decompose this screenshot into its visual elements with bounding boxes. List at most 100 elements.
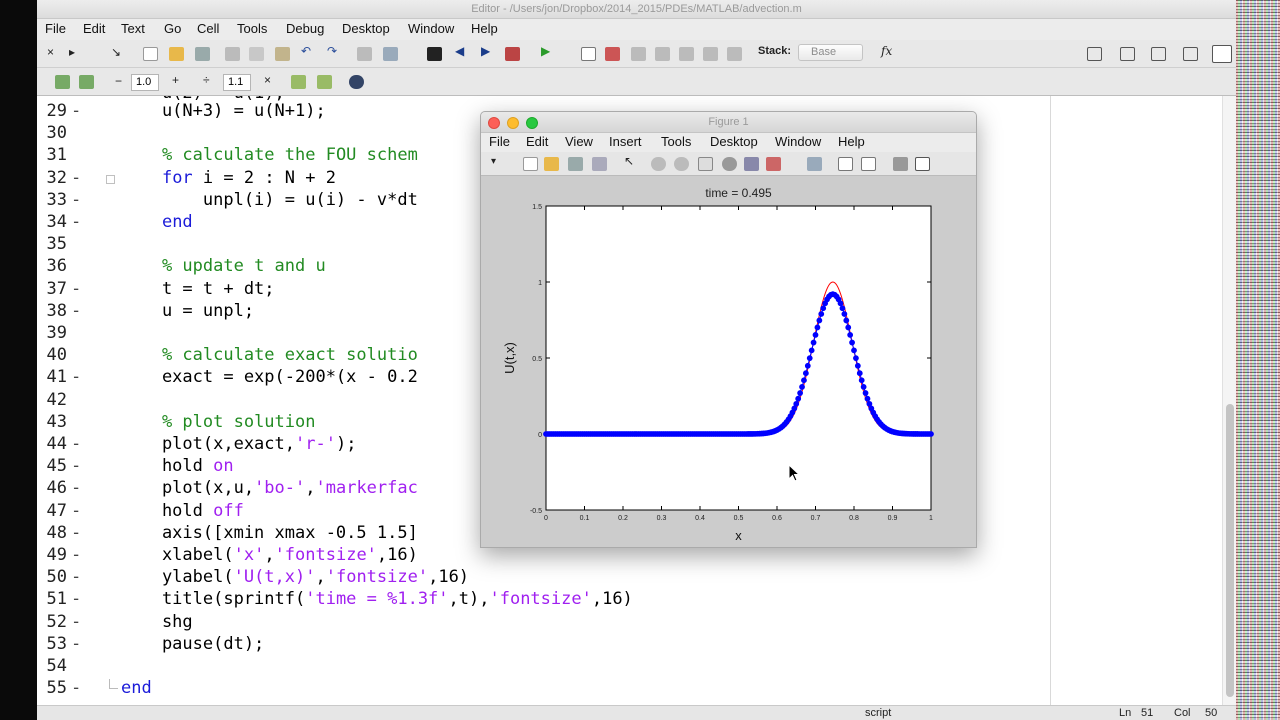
new-file-icon[interactable] bbox=[143, 47, 158, 61]
pan-icon[interactable] bbox=[698, 157, 713, 171]
breakpoint-marker[interactable]: - bbox=[71, 100, 81, 122]
function-icon[interactable]: fx bbox=[881, 44, 892, 58]
breakpoint-marker[interactable]: - bbox=[71, 633, 81, 655]
menu-help[interactable]: Help bbox=[471, 21, 498, 36]
fig-save-icon[interactable] bbox=[568, 157, 583, 171]
find-files-icon[interactable] bbox=[383, 47, 398, 61]
breakpoint-marker[interactable]: - bbox=[71, 211, 81, 233]
zoom-out-icon[interactable] bbox=[674, 157, 689, 171]
figure-window[interactable]: Figure 1 File Edit View Insert Tools Des… bbox=[480, 111, 977, 548]
save-icon[interactable] bbox=[195, 47, 210, 61]
menu-debug[interactable]: Debug bbox=[286, 21, 324, 36]
menu-desktop[interactable]: Desktop bbox=[342, 21, 390, 36]
zoom-in-icon[interactable] bbox=[651, 157, 666, 171]
menu-file[interactable]: File bbox=[45, 21, 66, 36]
fig-menu-insert[interactable]: Insert bbox=[609, 134, 642, 149]
print-icon[interactable] bbox=[357, 47, 372, 61]
breakpoint-marker[interactable]: - bbox=[71, 433, 81, 455]
redo-icon[interactable]: ↷ bbox=[327, 44, 337, 58]
plot-canvas[interactable]: time = 0.495 x U(t,x) 0 0.1 0.2 0.3 0.4 0.5 0.6 0.… bbox=[481, 176, 976, 547]
close-dot-icon[interactable] bbox=[488, 117, 500, 129]
open-folder-icon[interactable] bbox=[169, 47, 184, 61]
code-line[interactable]: 54 bbox=[37, 655, 1222, 677]
code-line[interactable]: 52- shg bbox=[37, 611, 1222, 633]
rotate-icon[interactable] bbox=[722, 157, 737, 171]
split-vertical-icon[interactable] bbox=[1120, 47, 1135, 61]
menu-cell[interactable]: Cell bbox=[197, 21, 219, 36]
code-line[interactable]: 53- pause(dt); bbox=[37, 633, 1222, 655]
show-cell-titles-icon[interactable] bbox=[291, 75, 306, 89]
breakpoint-marker[interactable]: - bbox=[71, 477, 81, 499]
cell-help-icon[interactable] bbox=[349, 75, 364, 89]
show-tools-icon[interactable] bbox=[915, 157, 930, 171]
data-cursor-icon[interactable] bbox=[744, 157, 759, 171]
menu-window[interactable]: Window bbox=[408, 21, 454, 36]
menu-text[interactable]: Text bbox=[121, 21, 145, 36]
menu-edit[interactable]: Edit bbox=[83, 21, 105, 36]
breakpoint-marker[interactable]: - bbox=[71, 455, 81, 477]
fold-toggle-icon[interactable] bbox=[106, 175, 115, 184]
increment-icon[interactable]: + bbox=[172, 73, 179, 87]
breakpoint-marker[interactable]: - bbox=[71, 611, 81, 633]
tile-layout-icon[interactable] bbox=[1087, 47, 1102, 61]
find-icon[interactable] bbox=[427, 47, 442, 61]
eval-cell-icon[interactable] bbox=[55, 75, 70, 89]
undock-icon[interactable]: ↘ bbox=[111, 45, 121, 59]
vertical-scrollbar[interactable] bbox=[1222, 96, 1236, 705]
fig-open-icon[interactable] bbox=[544, 157, 559, 171]
colorbar-icon[interactable] bbox=[838, 157, 853, 171]
breakpoint-marker[interactable]: - bbox=[71, 189, 81, 211]
cut-icon[interactable] bbox=[225, 47, 240, 61]
fig-menu-help[interactable]: Help bbox=[838, 134, 865, 149]
arrow-icon[interactable]: ▸ bbox=[69, 45, 75, 59]
copy-icon[interactable] bbox=[249, 47, 264, 61]
brush-icon[interactable] bbox=[766, 157, 781, 171]
breakpoint-marker[interactable]: - bbox=[71, 544, 81, 566]
clear-breakpoints-icon[interactable] bbox=[605, 47, 620, 61]
legend-icon[interactable] bbox=[861, 157, 876, 171]
fig-menu-edit[interactable]: Edit bbox=[526, 134, 548, 149]
breakpoint-marker[interactable]: - bbox=[71, 278, 81, 300]
code-line[interactable]: 50- ylabel('U(t,x)','fontsize',16) bbox=[37, 566, 1222, 588]
step-out-icon[interactable] bbox=[679, 47, 694, 61]
menu-go[interactable]: Go bbox=[164, 21, 181, 36]
fig-menu-desktop[interactable]: Desktop bbox=[710, 134, 758, 149]
back-arrow-icon[interactable]: ◀ bbox=[455, 44, 464, 58]
split-horizontal-icon[interactable] bbox=[1151, 47, 1166, 61]
undo-icon[interactable]: ↶ bbox=[301, 44, 311, 58]
fig-menu-file[interactable]: File bbox=[489, 134, 510, 149]
breakpoint-marker[interactable]: - bbox=[71, 167, 81, 189]
zoom-dot-icon[interactable] bbox=[526, 117, 538, 129]
code-line[interactable]: 51- title(sprintf('time = %1.3f',t),'fon… bbox=[37, 588, 1222, 610]
breakpoint-marker[interactable]: - bbox=[71, 300, 81, 322]
breakpoint-icon[interactable] bbox=[581, 47, 596, 61]
divide-icon[interactable]: ÷ bbox=[203, 73, 210, 87]
exit-debug-icon[interactable] bbox=[727, 47, 742, 61]
fig-menu-tools[interactable]: Tools bbox=[661, 134, 691, 149]
fig-new-icon[interactable] bbox=[523, 157, 538, 171]
hide-cell-titles-icon[interactable] bbox=[317, 75, 332, 89]
forward-arrow-icon[interactable]: ▶ bbox=[481, 44, 490, 58]
scale-value-field[interactable]: 1.1 bbox=[223, 74, 251, 91]
function-browser-icon[interactable] bbox=[505, 47, 520, 61]
eval-cell-advance-icon[interactable] bbox=[79, 75, 94, 89]
dock-arrow-icon[interactable]: ▾ bbox=[491, 156, 496, 167]
close-pane-icon[interactable]: × bbox=[47, 45, 54, 59]
link-plot-icon[interactable] bbox=[807, 157, 822, 171]
menu-tools[interactable]: Tools bbox=[237, 21, 267, 36]
step-in-icon[interactable] bbox=[655, 47, 670, 61]
code-line[interactable]: 55- end bbox=[37, 677, 1222, 699]
minimize-dot-icon[interactable] bbox=[507, 117, 519, 129]
scrollbar-thumb[interactable] bbox=[1226, 404, 1234, 697]
hide-tools-icon[interactable] bbox=[893, 157, 908, 171]
fig-menu-view[interactable]: View bbox=[565, 134, 593, 149]
step-icon[interactable] bbox=[631, 47, 646, 61]
breakpoint-marker[interactable]: - bbox=[71, 566, 81, 588]
fig-menu-window[interactable]: Window bbox=[775, 134, 821, 149]
stack-select[interactable]: Base bbox=[798, 44, 863, 61]
continue-icon[interactable] bbox=[703, 47, 718, 61]
breakpoint-marker[interactable]: - bbox=[71, 500, 81, 522]
maximize-icon[interactable] bbox=[1212, 45, 1232, 63]
increment-value-field[interactable]: 1.0 bbox=[131, 74, 159, 91]
breakpoint-marker[interactable]: - bbox=[71, 366, 81, 388]
